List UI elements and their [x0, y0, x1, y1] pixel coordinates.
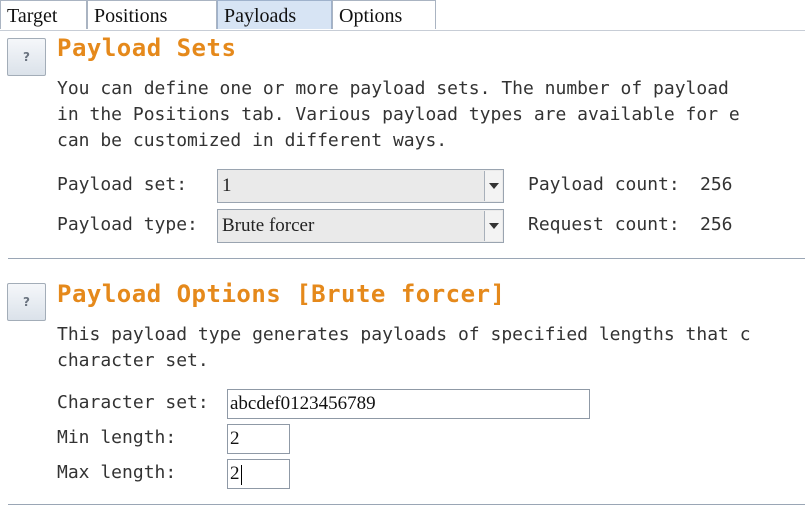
chevron-down-icon[interactable] [484, 211, 502, 241]
help-icon[interactable]: ? [7, 283, 46, 321]
text-cursor [240, 464, 242, 485]
request-count-value: 256 [700, 214, 733, 235]
max-length-value: 2 [230, 463, 240, 484]
payload-type-label: Payload type: [57, 214, 198, 235]
min-length-label: Min length: [57, 427, 177, 448]
help-icon[interactable]: ? [7, 38, 46, 76]
desc-line: can be customized in different ways. [57, 130, 448, 151]
desc-line: This payload type generates payloads of … [57, 324, 751, 345]
payload-options-description: This payload type generates payloads of … [57, 322, 751, 374]
section-divider [8, 504, 805, 505]
min-length-input[interactable]: 2 [227, 424, 290, 454]
payload-count-value: 256 [700, 174, 733, 195]
payload-set-label: Payload set: [57, 174, 188, 195]
tab-divider [0, 30, 805, 31]
max-length-label: Max length: [57, 462, 177, 483]
payload-count-label: Payload count: [528, 174, 680, 195]
tab-target[interactable]: Target [0, 0, 87, 29]
chevron-down-icon[interactable] [484, 171, 502, 201]
tab-payloads[interactable]: Payloads [217, 0, 332, 29]
section-divider [8, 258, 805, 259]
tab-bar: Target Positions Payloads Options [0, 0, 805, 31]
tab-positions[interactable]: Positions [87, 0, 217, 29]
payload-type-value: Brute forcer [222, 215, 315, 236]
payload-sets-title: Payload Sets [57, 34, 237, 62]
max-length-input[interactable]: 2 [227, 459, 290, 489]
payload-set-select[interactable]: 1 [217, 169, 504, 203]
desc-line: in the Positions tab. Various payload ty… [57, 104, 740, 125]
payload-sets-description: You can define one or more payload sets.… [57, 76, 740, 154]
payload-set-value: 1 [222, 175, 232, 196]
character-set-input[interactable]: abcdef0123456789 [227, 389, 590, 419]
tab-options[interactable]: Options [332, 0, 436, 29]
payload-options-title: Payload Options [Brute forcer] [57, 280, 506, 308]
request-count-label: Request count: [528, 214, 680, 235]
payload-type-select[interactable]: Brute forcer [217, 209, 504, 243]
desc-line: You can define one or more payload sets.… [57, 78, 729, 99]
character-set-label: Character set: [57, 392, 209, 413]
desc-line: character set. [57, 350, 209, 371]
